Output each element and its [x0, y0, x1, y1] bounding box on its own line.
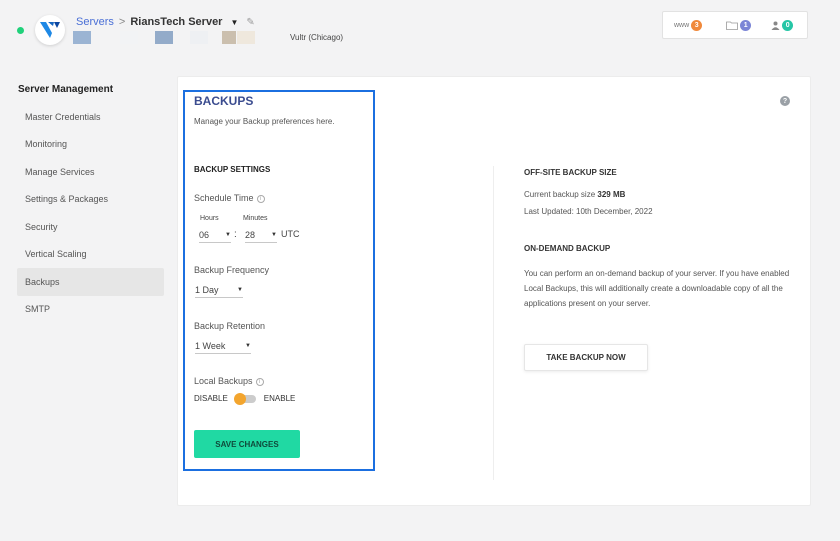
- current-backup-size-value: 329 MB: [597, 190, 626, 199]
- server-name: RiansTech Server: [130, 16, 223, 28]
- backup-retention-value: 1 Week: [195, 340, 226, 351]
- local-backups-toggle-row: DISABLE ENABLE: [194, 392, 296, 405]
- backup-retention-select[interactable]: 1 Week ▼: [195, 338, 251, 354]
- breadcrumb-servers-link[interactable]: Servers: [76, 16, 114, 28]
- server-ip-redacted-block: [237, 31, 255, 44]
- local-backups-text: Local Backups: [194, 376, 253, 386]
- save-changes-button[interactable]: SAVE CHANGES: [194, 430, 300, 458]
- users-icon: [771, 21, 780, 30]
- server-vendor-location: Vultr (Chicago): [290, 33, 344, 42]
- backup-frequency-value: 1 Day: [195, 284, 219, 295]
- take-backup-now-button[interactable]: TAKE BACKUP NOW: [524, 344, 648, 371]
- vultr-logo-icon: [35, 15, 65, 45]
- folders-count-badge: 1: [740, 19, 752, 31]
- sidebar-item-smtp[interactable]: SMTP: [17, 296, 164, 324]
- current-backup-size: Current backup size 329 MB: [524, 190, 625, 199]
- server-switcher-caret-icon[interactable]: ▼: [230, 18, 238, 27]
- hours-value: 06: [199, 229, 210, 240]
- folder-icon: [726, 21, 739, 30]
- edit-pencil-icon[interactable]: ✎: [246, 17, 254, 28]
- users-counter[interactable]: 0: [771, 19, 794, 31]
- www-label: www: [674, 21, 690, 29]
- help-icon[interactable]: ?: [780, 96, 790, 106]
- chevron-down-icon: ▼: [245, 342, 251, 349]
- local-backups-toggle[interactable]: [233, 392, 256, 405]
- server-status-dot: [17, 27, 24, 34]
- info-icon[interactable]: i: [255, 378, 264, 386]
- server-ip-redacted-block: [73, 31, 91, 44]
- page-description: Manage your Backup preferences here.: [194, 117, 335, 126]
- server-ip-redacted-block: [120, 31, 138, 44]
- last-updated: Last Updated: 10th December, 2022: [524, 207, 653, 216]
- chevron-down-icon: ▼: [271, 231, 277, 238]
- schedule-time-text: Schedule Time: [194, 193, 254, 203]
- schedule-time-label: Schedule Time i: [194, 193, 265, 203]
- on-demand-backup-heading: ON-DEMAND BACKUP: [524, 244, 611, 253]
- column-divider: [493, 166, 494, 480]
- breadcrumb: Servers > RiansTech Server ▼ ✎: [76, 16, 255, 28]
- chevron-down-icon: ▼: [225, 231, 231, 238]
- offsite-backup-size-heading: OFF-SITE BACKUP SIZE: [524, 168, 617, 177]
- chevron-down-icon: ▼: [237, 286, 243, 293]
- applications-count-badge: 3: [691, 19, 703, 31]
- hours-select[interactable]: 06 ▼: [199, 227, 231, 243]
- server-ip-redacted-block: [155, 31, 173, 44]
- timezone-label: UTC: [281, 229, 300, 239]
- folders-counter[interactable]: 1: [726, 19, 752, 31]
- sidebar-item-settings-packages[interactable]: Settings & Packages: [17, 186, 164, 214]
- backup-settings-highlight: [183, 90, 375, 471]
- backup-frequency-select[interactable]: 1 Day ▼: [195, 282, 243, 298]
- sidebar-item-vertical-scaling[interactable]: Vertical Scaling: [17, 241, 164, 269]
- sidebar-item-manage-services[interactable]: Manage Services: [17, 158, 164, 186]
- server-counters-panel: www 3 1 0: [662, 11, 808, 39]
- server-ip-redacted-block: [222, 31, 236, 44]
- minutes-select[interactable]: 28 ▼: [245, 227, 277, 243]
- enable-label: ENABLE: [263, 394, 296, 403]
- sidebar-item-security[interactable]: Security: [17, 213, 164, 241]
- server-ip-redacted-block: [190, 31, 208, 44]
- breadcrumb-separator: >: [118, 16, 126, 28]
- sidebar-title: Server Management: [18, 84, 114, 95]
- minutes-label: Minutes: [243, 215, 268, 222]
- page-title: BACKUPS: [194, 94, 254, 108]
- users-count-badge: 0: [782, 19, 794, 31]
- time-separator: :: [234, 229, 237, 240]
- hours-label: Hours: [200, 215, 219, 222]
- info-icon[interactable]: i: [256, 195, 265, 203]
- local-backups-label: Local Backups i: [194, 376, 264, 386]
- backup-retention-label: Backup Retention: [194, 321, 266, 331]
- current-backup-size-label: Current backup size: [524, 190, 596, 199]
- backup-settings-heading: BACKUP SETTINGS: [194, 165, 271, 174]
- disable-label: DISABLE: [194, 394, 228, 403]
- applications-counter[interactable]: www 3: [674, 19, 703, 31]
- minutes-value: 28: [245, 229, 256, 240]
- sidebar-item-master-credentials[interactable]: Master Credentials: [17, 103, 164, 131]
- sidebar-item-backups[interactable]: Backups: [17, 268, 164, 296]
- sidebar-menu: Master Credentials Monitoring Manage Ser…: [17, 103, 164, 323]
- sidebar-item-monitoring[interactable]: Monitoring: [17, 131, 164, 159]
- toggle-knob: [233, 392, 246, 405]
- backup-frequency-label: Backup Frequency: [194, 265, 270, 275]
- on-demand-backup-description: You can perform an on-demand backup of y…: [524, 269, 790, 308]
